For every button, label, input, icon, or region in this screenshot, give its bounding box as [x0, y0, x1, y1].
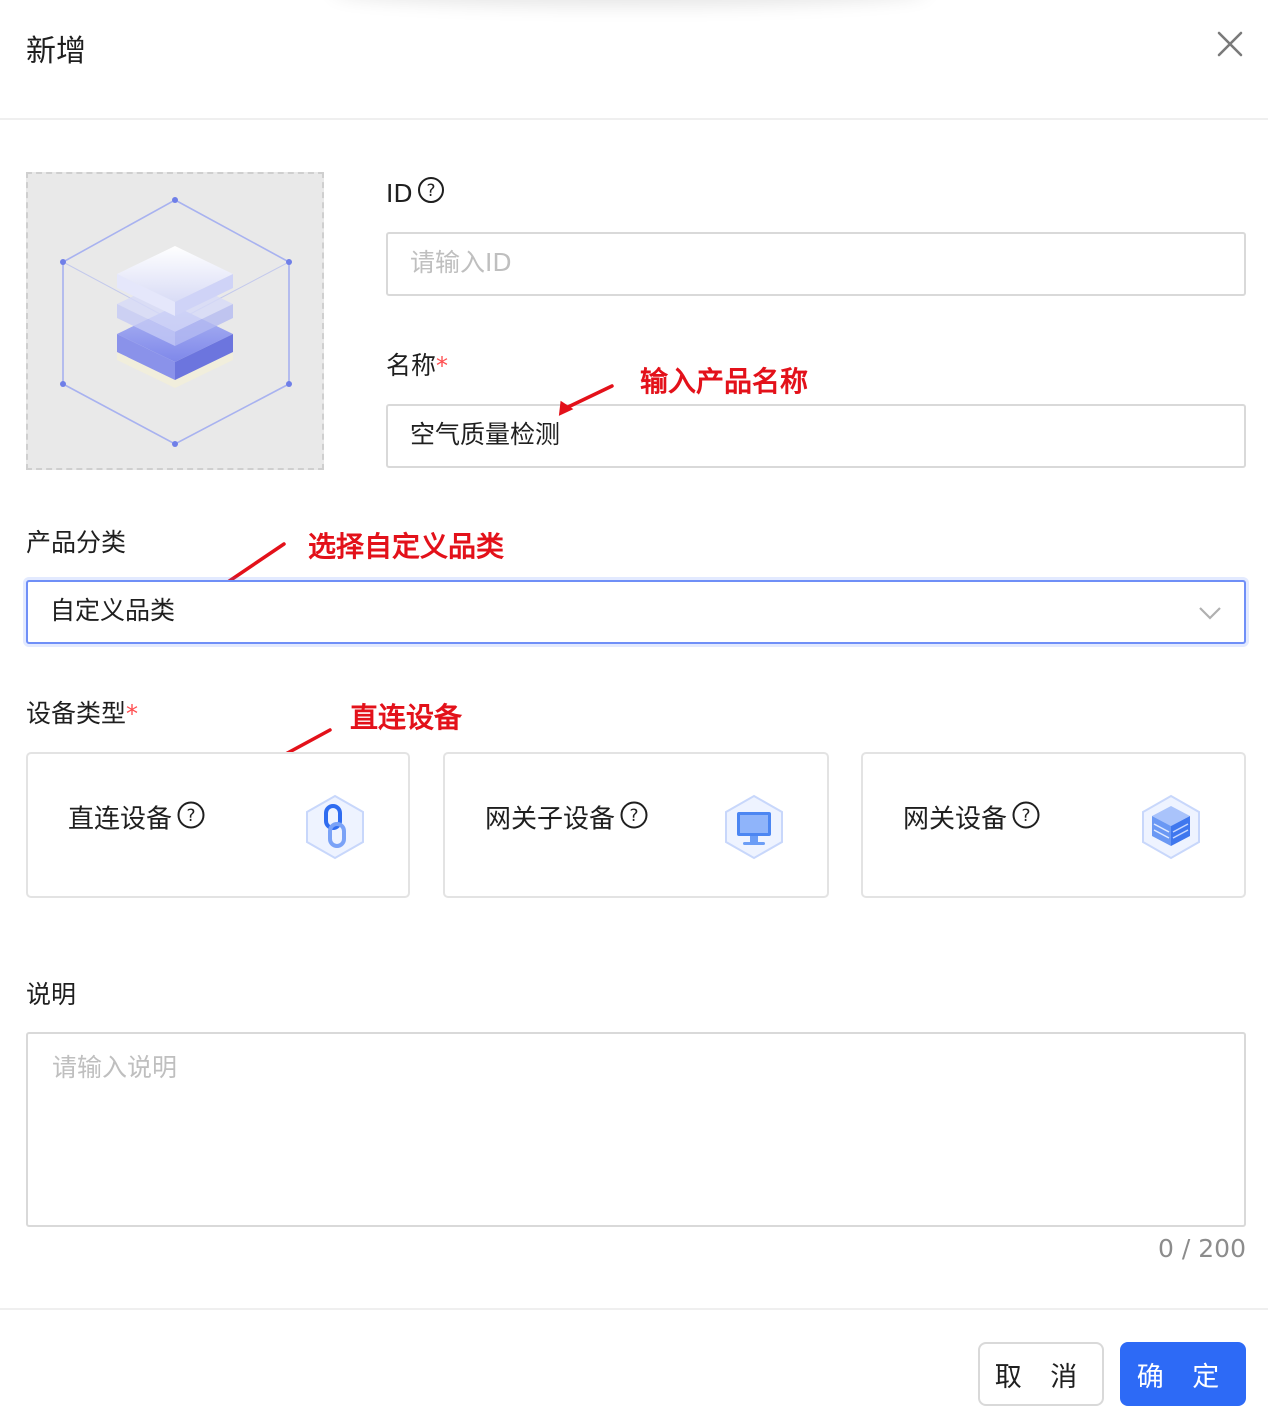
monitor-icon — [725, 794, 783, 860]
device-type-label-text: 设备类型 — [26, 699, 127, 728]
name-label-text: 名称 — [386, 351, 437, 380]
footer-divider — [0, 1308, 1268, 1310]
id-input[interactable]: 请输入ID — [386, 232, 1246, 296]
required-mark: * — [126, 700, 139, 728]
modal-title: 新增 — [26, 34, 86, 69]
id-input-placeholder: 请输入ID — [410, 248, 512, 277]
help-icon[interactable]: ? — [1011, 800, 1041, 840]
device-type-card-label: 网关子设备? — [485, 800, 649, 840]
svg-text:?: ? — [1022, 806, 1031, 826]
name-field-label: 名称* — [386, 348, 448, 384]
product-image-upload[interactable] — [26, 172, 324, 470]
category-label: 产品分类 — [26, 528, 127, 557]
category-select-value: 自定义品类 — [50, 596, 176, 625]
category-select[interactable]: 自定义品类 — [26, 580, 1246, 644]
confirm-button[interactable]: 确 定 — [1120, 1342, 1246, 1406]
close-button[interactable] — [1208, 22, 1252, 66]
close-icon — [1217, 31, 1243, 57]
name-input-value: 空气质量检测 — [410, 420, 561, 449]
device-type-card-gateway-child[interactable]: 网关子设备? — [443, 752, 829, 898]
help-icon[interactable]: ? — [176, 800, 206, 840]
device-type-annotation: 直连设备 — [350, 701, 463, 734]
svg-text:?: ? — [426, 181, 435, 201]
id-field-label: ID? — [386, 176, 445, 214]
chevron-down-icon — [1199, 607, 1221, 620]
device-type-label: 设备类型* — [26, 696, 138, 732]
description-textarea[interactable]: 请输入说明 — [26, 1032, 1246, 1227]
description-label: 说明 — [26, 980, 77, 1009]
link-chain-icon — [306, 794, 364, 860]
description-placeholder: 请输入说明 — [52, 1053, 178, 1082]
product-image-icon — [60, 197, 292, 447]
device-type-card-direct[interactable]: 直连设备? — [26, 752, 410, 898]
name-input[interactable]: 空气质量检测 — [386, 404, 1246, 468]
cancel-button[interactable]: 取 消 — [978, 1342, 1104, 1406]
required-mark: * — [436, 352, 449, 380]
help-icon[interactable]: ? — [619, 800, 649, 840]
device-type-card-label: 网关设备? — [903, 800, 1041, 840]
device-type-card-gateway[interactable]: 网关设备? — [861, 752, 1246, 898]
device-type-card-label: 直连设备? — [68, 800, 206, 840]
id-label-text: ID — [386, 179, 413, 208]
description-char-counter: 0 / 200 — [1158, 1234, 1246, 1263]
svg-text:?: ? — [187, 806, 196, 826]
annotation-arrow-icon — [558, 384, 614, 416]
category-annotation: 选择自定义品类 — [308, 530, 505, 563]
header-divider — [0, 118, 1268, 120]
name-annotation: 输入产品名称 — [640, 365, 809, 398]
server-icon — [1142, 794, 1200, 860]
svg-text:?: ? — [630, 806, 639, 826]
help-icon[interactable]: ? — [417, 176, 445, 214]
